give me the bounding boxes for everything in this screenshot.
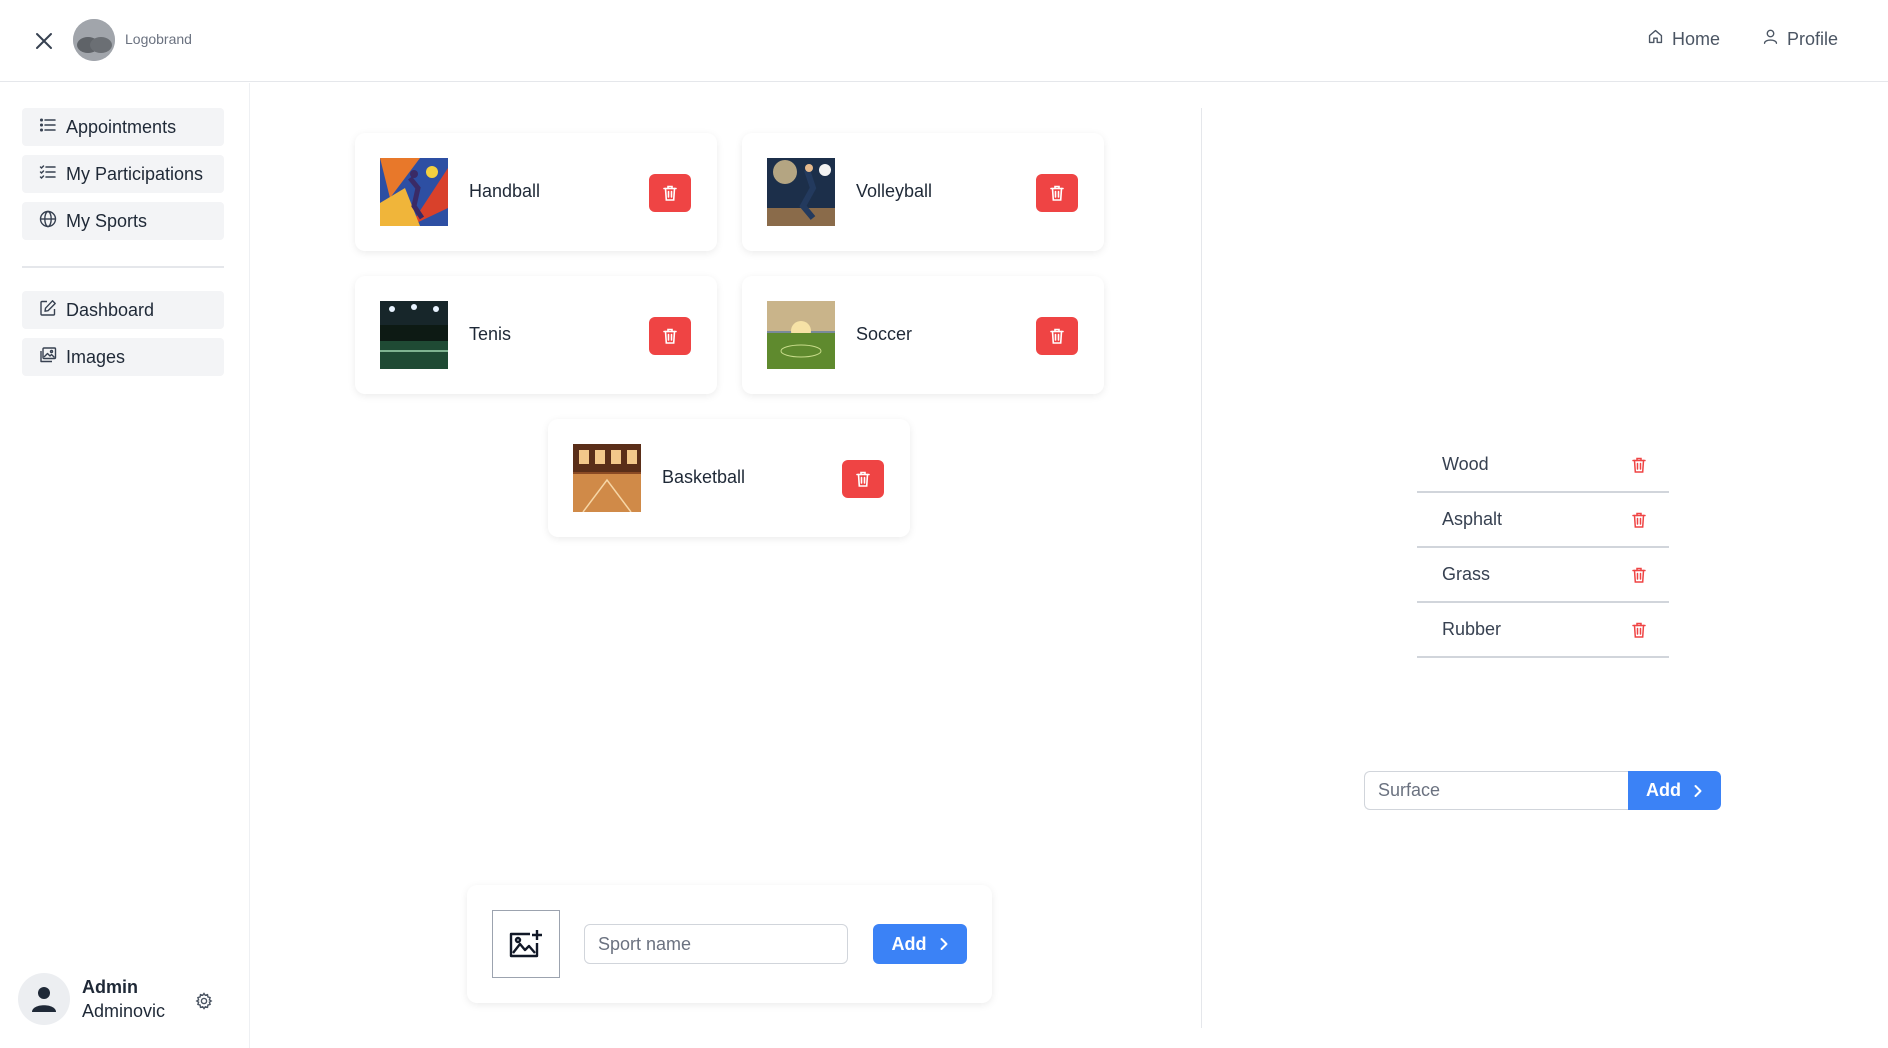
trash-icon xyxy=(663,185,677,201)
nav-home-label: Home xyxy=(1672,28,1721,49)
nav-profile-label: Profile xyxy=(1787,28,1839,49)
delete-sport-button[interactable] xyxy=(1036,174,1078,212)
surface-list-item: Grass xyxy=(1417,548,1669,603)
user-last-name: Adminovic xyxy=(82,1001,166,1021)
sidebar-item-label: Dashboard xyxy=(66,299,155,320)
chevron-right-icon xyxy=(940,938,947,950)
nav-profile-link[interactable]: Profile xyxy=(1762,28,1838,50)
sidebar: Appointments My Participations My Sports… xyxy=(0,83,250,1048)
sport-name-input[interactable] xyxy=(584,924,848,964)
image-upload-button[interactable] xyxy=(492,910,560,978)
globe-icon xyxy=(39,210,57,233)
sport-card: Soccer xyxy=(742,276,1104,394)
sidebar-item-my-sports[interactable]: My Sports xyxy=(22,202,224,240)
sport-name: Handball xyxy=(469,181,541,201)
user-icon xyxy=(1762,28,1779,50)
gear-icon[interactable] xyxy=(194,991,214,1011)
nav-home-link[interactable]: Home xyxy=(1647,28,1720,50)
top-header: Logobrand Home Profile xyxy=(0,0,1888,82)
sidebar-divider xyxy=(22,266,224,268)
sidebar-item-label: My Participations xyxy=(66,163,204,184)
checklist-icon xyxy=(39,163,57,186)
sidebar-item-label: Appointments xyxy=(66,116,177,137)
sport-image-basketball xyxy=(573,444,641,512)
images-icon xyxy=(39,346,57,369)
edit-icon xyxy=(39,299,57,322)
trash-icon xyxy=(856,471,870,487)
surface-name: Grass xyxy=(1442,564,1491,584)
sport-card: Volleyball xyxy=(742,133,1104,251)
panel-divider xyxy=(1201,108,1202,1028)
surface-list-item: Rubber xyxy=(1417,603,1669,658)
trash-icon[interactable] xyxy=(1628,509,1650,531)
sport-name: Basketball xyxy=(662,467,746,487)
sport-image-handball xyxy=(380,158,448,226)
surface-name: Asphalt xyxy=(1442,509,1503,529)
sport-name: Soccer xyxy=(856,324,913,344)
surface-input[interactable] xyxy=(1364,771,1629,810)
surface-list-item: Wood xyxy=(1417,438,1669,493)
delete-sport-button[interactable] xyxy=(842,460,884,498)
trash-icon xyxy=(1050,328,1064,344)
add-image-icon xyxy=(509,930,542,958)
add-surface-button[interactable]: Add xyxy=(1628,771,1721,810)
trash-icon[interactable] xyxy=(1628,564,1650,586)
sport-name: Volleyball xyxy=(856,181,933,201)
sport-card: Basketball xyxy=(548,419,910,537)
add-button-label: Add xyxy=(1646,780,1681,800)
user-panel: Admin Adminovic xyxy=(18,973,238,1029)
brand-name: Logobrand xyxy=(125,31,192,47)
sidebar-item-label: My Sports xyxy=(66,210,148,231)
surface-list-item: Asphalt xyxy=(1417,493,1669,548)
add-sport-panel: Add xyxy=(467,885,992,1003)
sidebar-item-images[interactable]: Images xyxy=(22,338,224,376)
delete-sport-button[interactable] xyxy=(649,174,691,212)
home-icon xyxy=(1647,28,1664,50)
add-button-label: Add xyxy=(891,933,927,954)
sidebar-item-label: Images xyxy=(66,346,126,367)
sport-card: Handball xyxy=(355,133,717,251)
list-icon xyxy=(39,116,57,139)
surface-name: Rubber xyxy=(1442,619,1502,639)
sport-card: Tenis xyxy=(355,276,717,394)
sport-image-soccer xyxy=(767,301,835,369)
trash-icon xyxy=(663,328,677,344)
avatar[interactable] xyxy=(18,973,70,1025)
trash-icon[interactable] xyxy=(1628,454,1650,476)
delete-sport-button[interactable] xyxy=(649,317,691,355)
sport-image-tenis xyxy=(380,301,448,369)
trash-icon[interactable] xyxy=(1628,619,1650,641)
chevron-right-icon xyxy=(1694,784,1702,797)
sidebar-item-appointments[interactable]: Appointments xyxy=(22,108,224,146)
surface-name: Wood xyxy=(1442,454,1489,474)
trash-icon xyxy=(1050,185,1064,201)
delete-sport-button[interactable] xyxy=(1036,317,1078,355)
add-sport-button[interactable]: Add xyxy=(873,924,967,964)
close-icon[interactable] xyxy=(30,27,58,55)
sport-name: Tenis xyxy=(469,324,512,344)
sidebar-item-my-participations[interactable]: My Participations xyxy=(22,155,224,193)
user-first-name: Admin xyxy=(82,977,138,997)
sidebar-item-dashboard[interactable]: Dashboard xyxy=(22,291,224,329)
brand-logo[interactable] xyxy=(73,19,115,61)
sport-image-volleyball xyxy=(767,158,835,226)
